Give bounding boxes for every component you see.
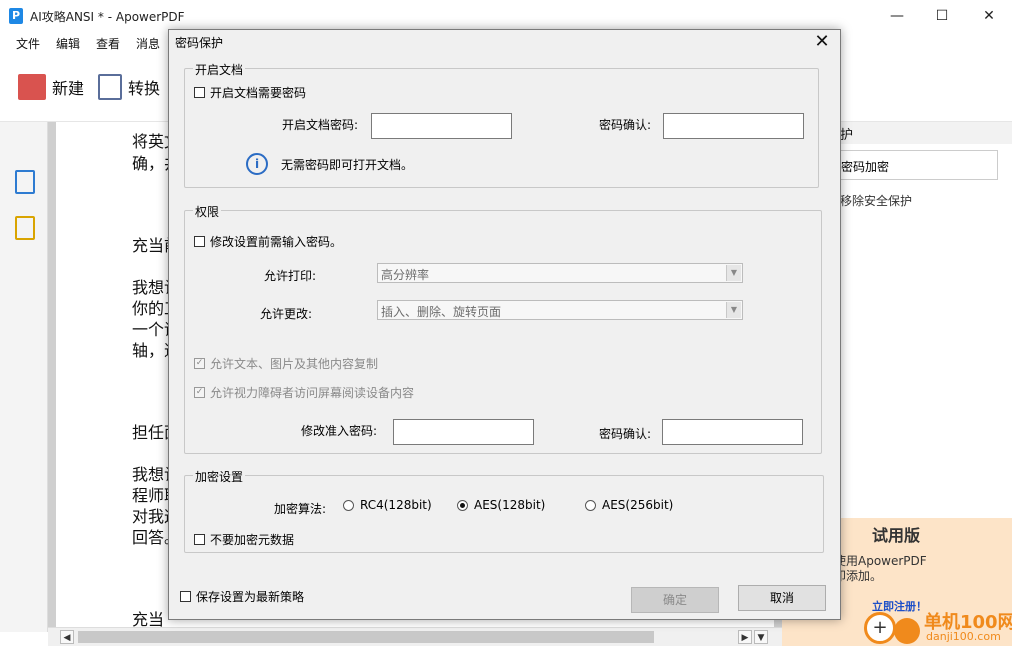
dialog-title: 密码保护 [175, 36, 224, 50]
left-sidebar [0, 122, 48, 632]
new-button[interactable]: 新建 [18, 74, 84, 100]
radio-aes-128-label: AES(128bit) [474, 498, 546, 512]
require-permission-password-label: 修改设置前需输入密码。 [210, 235, 343, 249]
password-encrypt-label: 密码加密 [841, 160, 890, 174]
new-document-icon [18, 74, 46, 100]
new-button-label: 新建 [52, 79, 85, 98]
allow-copy-label: 允许文本、图片及其他内容复制 [210, 357, 379, 371]
allow-print-value: 高分辨率 [381, 268, 430, 282]
panel-title: 护 [840, 128, 854, 143]
info-icon: i [246, 153, 268, 175]
encryption-group-label: 加密设置 [193, 468, 246, 485]
checkbox-box [180, 591, 191, 602]
radio-button [343, 499, 354, 511]
convert-button[interactable]: 转换 [98, 74, 160, 100]
open-document-group: 开启文档 开启文档需要密码 开启文档密码: 密码确认: i 无需密码即可打开文档… [184, 61, 819, 188]
allow-change-value: 插入、删除、旋转页面 [381, 305, 502, 319]
allow-change-label: 允许更改: [260, 307, 313, 321]
open-password-input[interactable] [371, 113, 512, 139]
ok-button[interactable]: 确定 [631, 587, 719, 613]
permission-confirm-label: 密码确认: [599, 427, 652, 441]
remove-security-link[interactable]: 移除安全保护 [840, 192, 912, 209]
radio-aes-256-label: AES(256bit) [602, 498, 674, 512]
trial-text-line: 使用ApowerPDF [834, 554, 927, 568]
menu-message[interactable]: 消息 [136, 35, 160, 52]
allow-print-label: 允许打印: [264, 269, 317, 283]
checkbox-box [194, 534, 205, 545]
info-text: 无需密码即可打开文档。 [281, 158, 414, 172]
title-bar: P AI攻略ANSI * - ApowerPDF — ☐ ✕ [0, 0, 1012, 32]
trial-title: 试用版 [872, 526, 921, 545]
open-confirm-label: 密码确认: [599, 118, 652, 132]
maximize-button[interactable]: ☐ [919, 0, 965, 32]
require-permission-password-checkbox[interactable]: 修改设置前需输入密码。 [194, 233, 342, 250]
checkbox-checked-icon: ✓ [194, 358, 205, 369]
permissions-group: 权限 修改设置前需输入密码。 允许打印: 高分辨率 ▼ 允许更改: 插入、删除、… [184, 203, 822, 454]
allow-change-select[interactable]: 插入、删除、旋转页面 ▼ [377, 300, 743, 320]
permission-password-label: 修改准入密码: [301, 424, 378, 438]
scroll-left-arrow-icon[interactable]: ◀ [60, 630, 74, 644]
radio-button-selected [457, 499, 468, 511]
radio-button [585, 499, 596, 511]
open-password-label: 开启文档密码: [282, 118, 359, 132]
watermark-url: danji100.com [926, 630, 1001, 643]
require-open-password-label: 开启文档需要密码 [210, 86, 307, 100]
checkbox-checked-icon: ✓ [194, 387, 205, 398]
password-protection-dialog: 密码保护 ✕ 开启文档 开启文档需要密码 开启文档密码: 密码确认: i 无需密… [168, 29, 841, 620]
no-encrypt-metadata-checkbox[interactable]: 不要加密元数据 [194, 531, 294, 548]
app-logo-icon: P [9, 8, 23, 24]
convert-button-label: 转换 [128, 79, 161, 98]
algorithm-label: 加密算法: [274, 502, 327, 516]
close-window-button[interactable]: ✕ [966, 0, 1012, 32]
permission-password-input[interactable] [393, 419, 534, 445]
radio-aes-256[interactable]: AES(256bit) [585, 498, 673, 512]
allow-accessibility-checkbox[interactable]: ✓ 允许视力障碍者访问屏幕阅读设备内容 [194, 384, 414, 401]
radio-rc4-128-label: RC4(128bit) [360, 498, 432, 512]
cancel-button[interactable]: 取消 [738, 585, 826, 611]
watermark-logo-dot-icon [894, 618, 920, 644]
checkbox-box [194, 236, 205, 247]
chevron-down-icon: ▼ [726, 302, 741, 318]
scroll-down-arrow-icon[interactable]: ▼ [754, 630, 768, 644]
open-confirm-input[interactable] [663, 113, 804, 139]
allow-print-select[interactable]: 高分辨率 ▼ [377, 263, 743, 283]
menu-edit[interactable]: 编辑 [56, 35, 80, 52]
checkbox-box [194, 87, 205, 98]
minimize-button[interactable]: — [874, 0, 920, 32]
open-document-group-label: 开启文档 [193, 61, 246, 78]
scroll-right-arrow-icon[interactable]: ▶ [738, 630, 752, 644]
require-open-password-checkbox[interactable]: 开启文档需要密码 [194, 84, 306, 101]
chevron-down-icon: ▼ [726, 265, 741, 281]
encryption-group: 加密设置 加密算法: RC4(128bit) AES(128bit) AES(2… [184, 468, 824, 553]
radio-rc4-128[interactable]: RC4(128bit) [343, 498, 432, 512]
allow-accessibility-label: 允许视力障碍者访问屏幕阅读设备内容 [210, 386, 415, 400]
trial-text: 使用ApowerPDF 印添加。 [834, 554, 927, 584]
window-title: AI攻略ANSI * - ApowerPDF [30, 9, 185, 24]
trial-text-line: 印添加。 [834, 569, 883, 583]
no-encrypt-metadata-label: 不要加密元数据 [210, 533, 295, 547]
dialog-close-button[interactable]: ✕ [810, 31, 834, 53]
watermark-logo-icon: + [864, 612, 896, 644]
horizontal-scrollbar[interactable]: ◀ ▶ ▼ [48, 627, 782, 646]
permission-confirm-input[interactable] [662, 419, 803, 445]
menu-view[interactable]: 查看 [96, 35, 120, 52]
allow-copy-checkbox[interactable]: ✓ 允许文本、图片及其他内容复制 [194, 355, 378, 372]
menu-file[interactable]: 文件 [16, 35, 40, 52]
attachments-icon[interactable] [15, 216, 35, 240]
radio-aes-128[interactable]: AES(128bit) [457, 498, 545, 512]
pages-icon[interactable] [15, 170, 35, 194]
scrollbar-thumb[interactable] [78, 631, 654, 643]
save-policy-label: 保存设置为最新策略 [196, 590, 305, 604]
permissions-group-label: 权限 [193, 203, 222, 220]
convert-icon [98, 74, 122, 100]
save-policy-checkbox[interactable]: 保存设置为最新策略 [180, 588, 304, 605]
